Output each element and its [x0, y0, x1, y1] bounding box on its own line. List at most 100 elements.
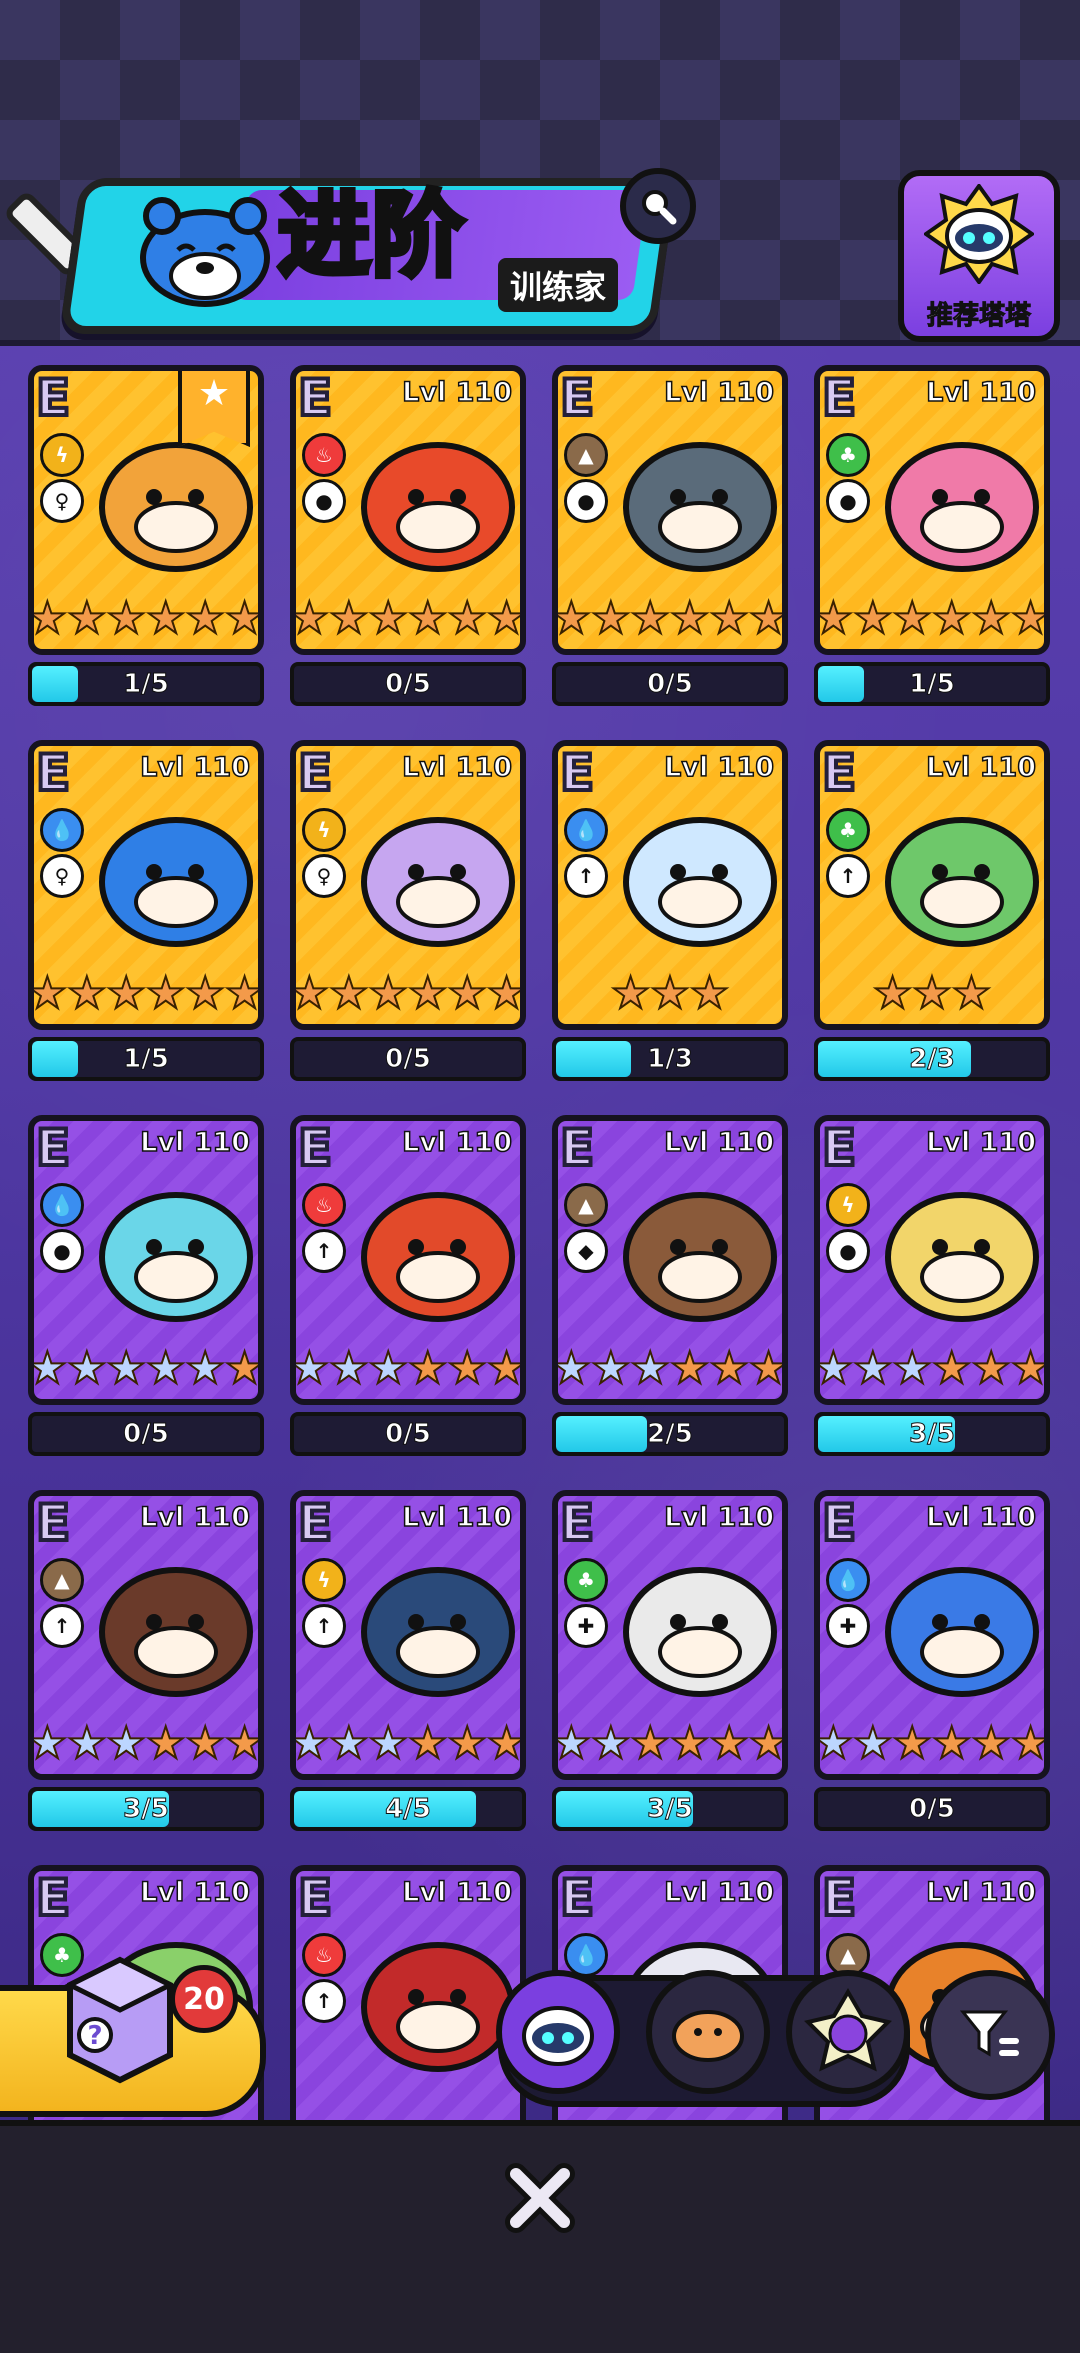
creature-card[interactable]: E Lvl 110 ϟ ♀ ★ ★ ★ ★ ★ ★ — [290, 740, 526, 1030]
creature-portrait-icon — [99, 817, 253, 947]
creature-card[interactable]: E Lvl 110 ♨ ● ★ ★ ★ ★ ★ ★ — [290, 365, 526, 655]
heal-role-icon: ✚ — [564, 1604, 608, 1648]
star-icon: ★ — [66, 968, 107, 1019]
star-icon: ★ — [368, 968, 409, 1019]
star-icon: ★ — [708, 593, 749, 644]
electric-element-icon: ϟ — [40, 433, 84, 477]
creature-card[interactable]: E Lvl 110 ▲ ↑ ★ ★ ★ ★ ★ ★ — [28, 1490, 264, 1780]
star-icon: ★ — [552, 593, 592, 644]
creature-card[interactable]: E ★ ϟ ♀ ★ ★ ★ ★ ★ ★ — [28, 365, 264, 655]
grade-badge: E — [558, 1869, 596, 1927]
star-icon: ★ — [814, 1343, 854, 1394]
grade-badge: E — [34, 744, 72, 802]
creature-card[interactable]: E Lvl 110 ϟ ● ★ ★ ★ ★ ★ ★ — [814, 1115, 1050, 1405]
star-icon: ★ — [28, 593, 68, 644]
star-rating: ★ ★ ★ ★ ★ ★ — [34, 964, 258, 1024]
shard-progress-bar: 1/5 — [28, 1037, 264, 1081]
shard-progress-bar: 0/5 — [290, 1412, 526, 1456]
star-icon: ★ — [931, 593, 972, 644]
tab-tata[interactable] — [496, 1970, 620, 2094]
level-label: Lvl 110 — [663, 376, 774, 409]
progress-text: 4/5 — [385, 1794, 432, 1825]
creature-card[interactable]: E Lvl 110 ♣ ↑ ★ ★ ★ — [814, 740, 1050, 1030]
star-icon: ★ — [184, 1718, 225, 1769]
creature-portrait-icon — [99, 1192, 253, 1322]
electric-element-icon: ϟ — [302, 808, 346, 852]
hamster-icon — [672, 2010, 744, 2062]
tab-gems[interactable] — [786, 1970, 910, 2094]
creature-card[interactable]: E Lvl 110 💧 ● ★ ★ ★ ★ ★ ★ — [28, 1115, 264, 1405]
star-icon: ★ — [872, 968, 913, 1019]
attack-role-icon: ↑ — [564, 854, 608, 898]
star-icon: ★ — [446, 1343, 487, 1394]
filter-button[interactable] — [925, 1970, 1055, 2100]
star-rating: ★ ★ ★ — [558, 964, 782, 1024]
progress-text: 1/5 — [909, 669, 956, 700]
earth-element-icon: ▲ — [564, 433, 608, 477]
svg-text:?: ? — [87, 2021, 102, 2051]
heal-role-icon: ✚ — [826, 1604, 870, 1648]
star-rating: ★ ★ ★ ★ ★ ★ — [296, 964, 520, 1024]
earth-element-icon: ▲ — [40, 1558, 84, 1602]
star-icon: ★ — [407, 1718, 448, 1769]
creature-portrait-icon — [885, 1192, 1039, 1322]
star-icon: ★ — [911, 968, 952, 1019]
grade-badge: E — [820, 1494, 858, 1552]
creature-card[interactable]: E Lvl 110 💧 ✚ ★ ★ ★ ★ ★ ★ — [814, 1490, 1050, 1780]
star-icon: ★ — [407, 968, 448, 1019]
creature-card[interactable]: E Lvl 110 ♣ ● ★ ★ ★ ★ ★ ★ — [814, 365, 1050, 655]
creature-portrait-icon — [361, 442, 515, 572]
star-rating: ★ ★ ★ ★ ★ ★ — [34, 1714, 258, 1774]
grade-badge: E — [820, 369, 858, 427]
star-icon: ★ — [748, 593, 788, 644]
recommend-button[interactable]: 推荐塔塔 — [898, 170, 1060, 342]
shard-progress-bar: 1/5 — [814, 662, 1050, 706]
shard-progress-bar: 1/3 — [552, 1037, 788, 1081]
defense-role-icon: ◆ — [564, 1229, 608, 1273]
shard-progress-bar: 0/5 — [814, 1787, 1050, 1831]
shard-progress-bar: 3/5 — [814, 1412, 1050, 1456]
creature-card[interactable]: E Lvl 110 ♨ ↑ ★ ★ ★ ★ ★ ★ — [290, 1115, 526, 1405]
creature-card[interactable]: E Lvl 110 ▲ ◆ ★ ★ ★ ★ ★ ★ — [552, 1115, 788, 1405]
level-label: Lvl 110 — [663, 751, 774, 784]
creature-portrait-icon — [885, 1567, 1039, 1697]
creature-card[interactable]: E Lvl 110 ▲ ● ★ ★ ★ ★ ★ ★ — [552, 365, 788, 655]
star-icon: ★ — [970, 593, 1011, 644]
creature-card[interactable]: E Lvl 110 💧 ↑ ★ ★ ★ — [552, 740, 788, 1030]
cat-gem-icon — [804, 1988, 892, 2072]
star-icon: ★ — [892, 593, 933, 644]
star-rating: ★ ★ ★ ★ ★ ★ — [820, 1714, 1044, 1774]
robot-cat-icon — [522, 2006, 594, 2066]
creature-card[interactable]: E Lvl 110 💧 ♀ ★ ★ ★ ★ ★ ★ — [28, 740, 264, 1030]
level-label: Lvl 110 — [663, 1126, 774, 1159]
search-button[interactable] — [620, 168, 696, 244]
progress-text: 0/5 — [385, 1044, 432, 1075]
star-icon: ★ — [931, 1343, 972, 1394]
star-icon: ★ — [328, 968, 369, 1019]
creature-portrait-icon — [361, 1192, 515, 1322]
creature-card[interactable]: E Lvl 110 ϟ ↑ ★ ★ ★ ★ ★ ★ — [290, 1490, 526, 1780]
star-icon: ★ — [328, 593, 369, 644]
shard-progress-bar: 0/5 — [552, 662, 788, 706]
star-rating: ★ ★ ★ ★ ★ ★ — [296, 589, 520, 649]
star-icon: ★ — [1010, 1718, 1050, 1769]
star-icon: ★ — [106, 1718, 147, 1769]
progress-text: 1/5 — [123, 669, 170, 700]
progress-text: 3/5 — [647, 1794, 694, 1825]
creature-card[interactable]: E Lvl 110 ♣ ✚ ★ ★ ★ ★ ★ ★ — [552, 1490, 788, 1780]
star-icon: ★ — [28, 1343, 68, 1394]
star-rating: ★ ★ ★ ★ ★ ★ — [558, 1714, 782, 1774]
creature-portrait-icon — [885, 442, 1039, 572]
creature-portrait-icon — [623, 1192, 777, 1322]
progress-text: 0/5 — [123, 1419, 170, 1450]
tab-creatures[interactable] — [646, 1970, 770, 2094]
grade-badge: E — [34, 1119, 72, 1177]
star-icon: ★ — [852, 1718, 893, 1769]
star-icon: ★ — [224, 593, 264, 644]
creature-card[interactable]: E Lvl 110 ♨ ↑ — [290, 1865, 526, 2155]
shard-progress-bar: 3/5 — [552, 1787, 788, 1831]
level-label: Lvl 110 — [401, 1876, 512, 1909]
creature-portrait-icon — [99, 1567, 253, 1697]
close-icon[interactable] — [500, 2158, 580, 2238]
loot-box-count: 20 — [170, 1965, 238, 2033]
